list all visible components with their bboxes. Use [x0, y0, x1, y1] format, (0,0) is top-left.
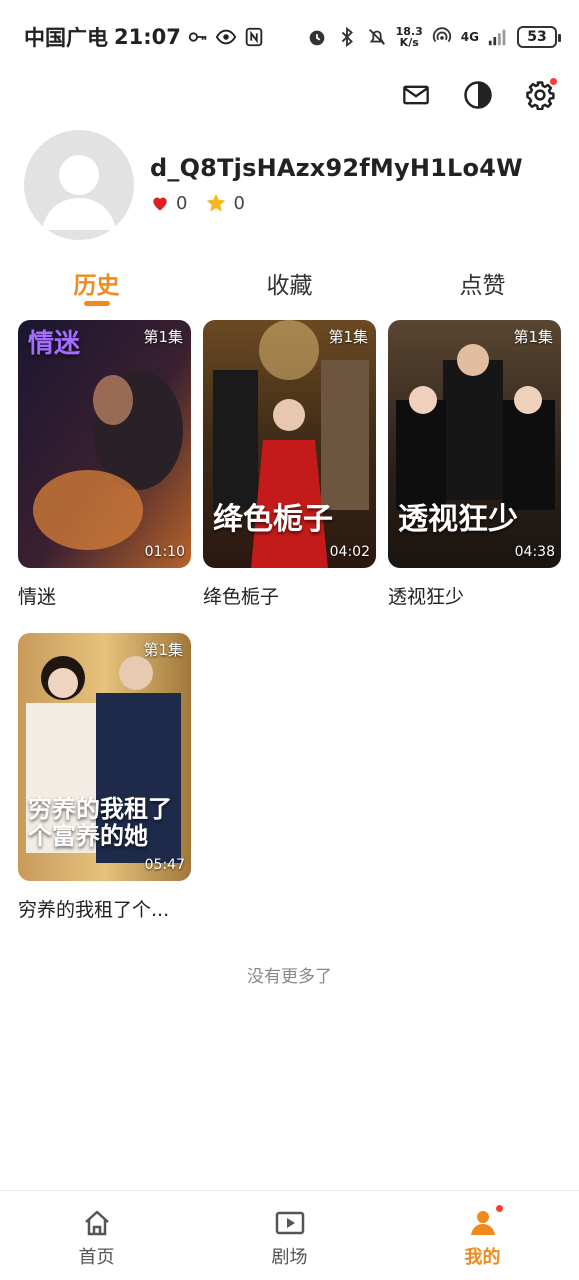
content-tabs: 历史 收藏 点赞	[0, 258, 579, 308]
history-grid: 情迷 第1集 01:10 情迷 绛色栀子 第1集 04:02 绛色栀子 透视狂少…	[18, 320, 563, 922]
favorites-count: 0	[233, 192, 245, 214]
default-avatar-icon	[42, 155, 116, 230]
episode-label: 第1集	[513, 328, 553, 346]
battery-indicator: 53	[517, 26, 561, 48]
drama-title[interactable]: 穷养的我租了个...	[18, 895, 191, 922]
nav-theater-label: 剧场	[271, 1247, 308, 1268]
nav-theater[interactable]: 剧场	[193, 1191, 386, 1280]
user-icon	[470, 1211, 495, 1235]
user-icon-wrap	[467, 1205, 503, 1239]
nav-mine-badge	[495, 1205, 503, 1212]
username: d_Q8TjsHAzx92fMyH1Lo4W	[150, 154, 523, 182]
poster-title: 透视狂少	[398, 502, 518, 537]
tab-history[interactable]: 历史	[0, 258, 193, 308]
drama-title[interactable]: 情迷	[18, 582, 191, 609]
settings-badge	[550, 78, 557, 85]
mail-icon	[403, 85, 429, 105]
drama-card[interactable]: 穷养的我租了个富养的她 第1集 05:47 穷养的我租了个...	[18, 633, 191, 922]
bluetooth-icon	[341, 26, 353, 48]
hotspot-icon	[432, 27, 451, 43]
theme-toggle-button[interactable]	[461, 78, 495, 112]
status-left: 中国广电 21:07	[24, 22, 265, 52]
poster-title: 绛色栀子	[213, 502, 333, 537]
home-icon	[84, 1210, 109, 1236]
nav-mine-label: 我的	[464, 1247, 501, 1268]
net-speed-unit: K/s	[399, 36, 419, 49]
heart-icon	[153, 197, 167, 211]
carrier-label: 中国广电	[24, 26, 108, 50]
duration-label: 04:02	[329, 544, 370, 560]
nav-home-label: 首页	[78, 1247, 115, 1268]
top-actions	[399, 78, 557, 112]
drama-thumbnail[interactable]: 情迷 第1集 01:10	[18, 320, 191, 568]
poster-title: 穷养的我租了个富养的她	[28, 794, 172, 850]
signal-icon	[488, 29, 506, 46]
play-icon	[275, 1211, 304, 1235]
key-icon	[188, 32, 207, 42]
duration-label: 04:38	[514, 544, 555, 560]
clock: 21:07	[114, 25, 181, 49]
star-icon	[207, 193, 226, 212]
drama-thumbnail[interactable]: 绛色栀子 第1集 04:02	[203, 320, 376, 568]
tab-favorites[interactable]: 收藏	[193, 258, 386, 308]
profile-stats: 0 0	[150, 192, 257, 214]
status-right: 18.3 K/s 4G 53	[306, 26, 561, 48]
drama-card[interactable]: 情迷 第1集 01:10 情迷	[18, 320, 191, 609]
mute-icon	[368, 29, 385, 45]
likes-stat: 0	[150, 193, 187, 214]
gear-icon	[526, 81, 555, 110]
status-bar: 中国广电 21:07 18.3 K/s 4G 53	[0, 0, 579, 74]
duration-label: 05:47	[144, 857, 185, 873]
avatar[interactable]	[24, 130, 134, 240]
eye-icon	[215, 29, 237, 45]
drama-thumbnail[interactable]: 穷养的我租了个富养的她 第1集 05:47	[18, 633, 191, 881]
nav-home[interactable]: 首页	[0, 1191, 193, 1280]
drama-title[interactable]: 透视狂少	[388, 582, 561, 609]
settings-button[interactable]	[523, 78, 557, 112]
net-speed: 18.3 K/s	[396, 26, 423, 48]
contrast-icon	[464, 81, 492, 109]
bottom-nav: 首页 剧场 我的	[0, 1190, 579, 1280]
likes-count: 0	[176, 192, 188, 214]
tab-likes[interactable]: 点赞	[386, 258, 579, 308]
messages-button[interactable]	[399, 78, 433, 112]
tab-history-label: 历史	[73, 273, 120, 299]
drama-card[interactable]: 绛色栀子 第1集 04:02 绛色栀子	[203, 320, 376, 609]
end-of-list-text: 没有更多了	[247, 967, 332, 987]
episode-label: 第1集	[143, 328, 183, 346]
tab-likes-label: 点赞	[459, 273, 506, 299]
drama-thumbnail[interactable]: 透视狂少 第1集 04:38	[388, 320, 561, 568]
active-tab-indicator	[83, 301, 110, 306]
duration-label: 01:10	[144, 544, 185, 560]
drama-title[interactable]: 绛色栀子	[203, 582, 376, 609]
nav-mine[interactable]: 我的	[386, 1191, 579, 1280]
nfc-icon	[245, 27, 263, 47]
episode-label: 第1集	[328, 328, 368, 346]
favorites-stat: 0	[205, 192, 245, 214]
drama-card[interactable]: 透视狂少 第1集 04:38 透视狂少	[388, 320, 561, 609]
network-type: 4G	[460, 30, 479, 44]
episode-label: 第1集	[143, 641, 183, 659]
tab-favorites-label: 收藏	[266, 273, 313, 299]
alarm-icon	[309, 30, 324, 46]
